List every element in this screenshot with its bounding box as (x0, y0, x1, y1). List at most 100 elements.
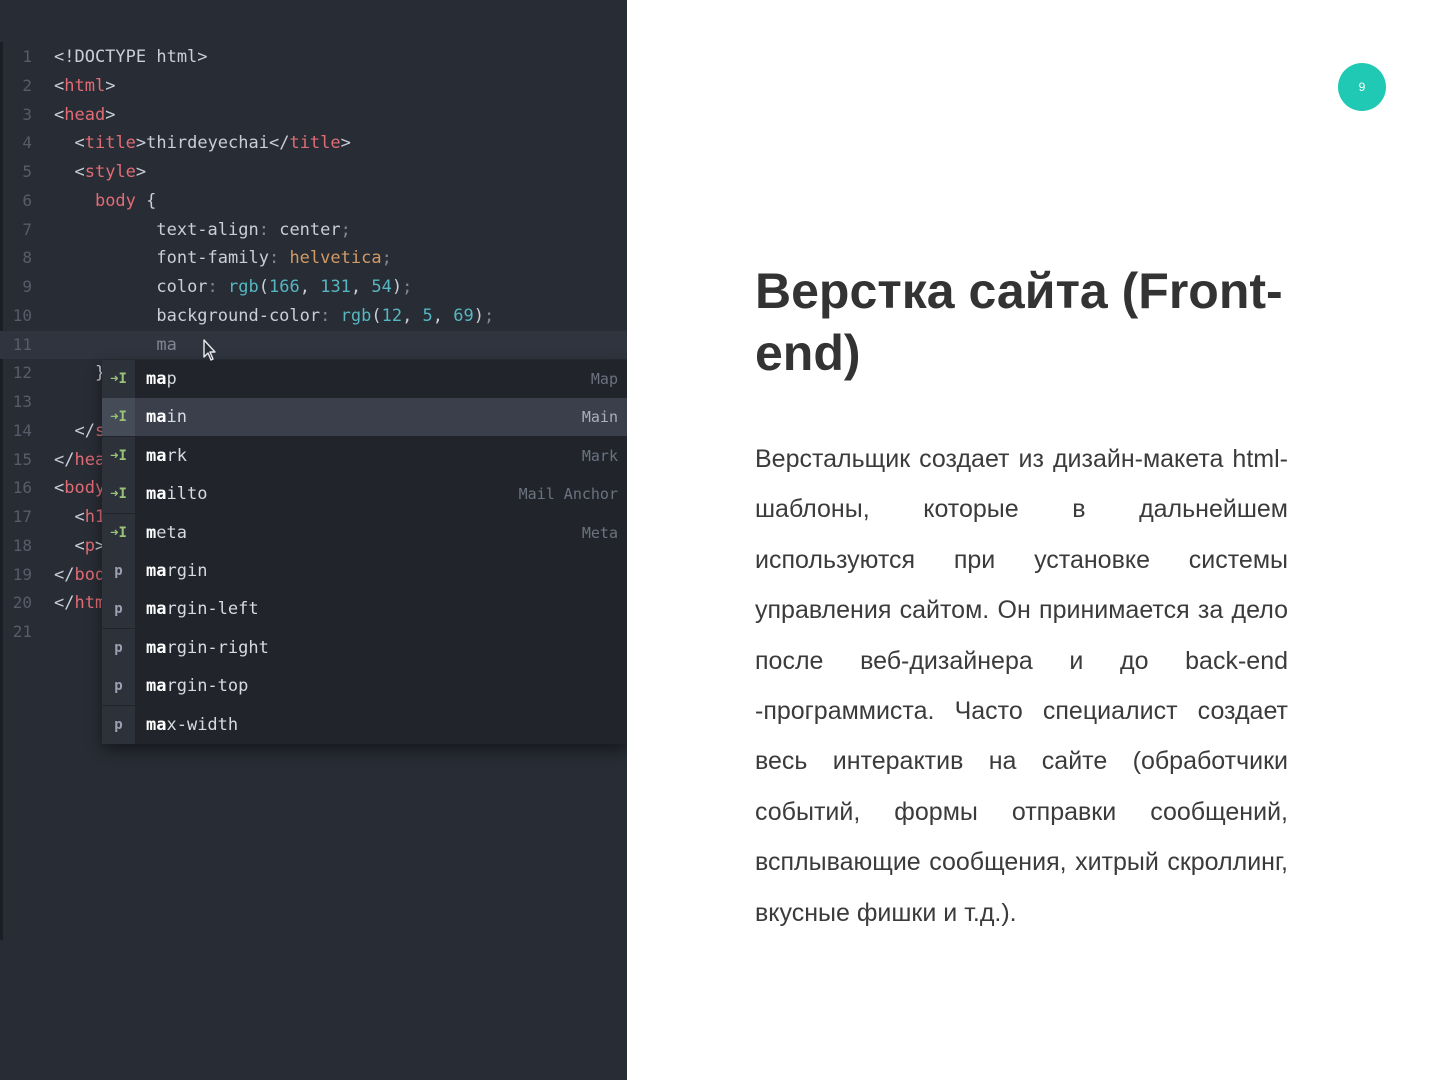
code-token: ) (473, 305, 485, 326)
code-line[interactable]: 6 body { (0, 187, 627, 215)
autocomplete-item-description: Meta (581, 523, 618, 542)
code-line[interactable]: 3 <head> (0, 101, 627, 129)
code-text: </hea (54, 446, 105, 474)
code-token: center (279, 219, 341, 240)
snippet-icon: ➜I (102, 475, 135, 514)
code-token: 54 (371, 277, 392, 297)
line-number: 10 (12, 305, 32, 325)
snippet-icon: ➜I (102, 513, 135, 552)
code-text: </htm (54, 589, 105, 617)
code-text: <head> (54, 101, 115, 129)
code-line[interactable]: 5 <style> (0, 158, 627, 186)
autocomplete-item-label: mailto (146, 475, 207, 513)
autocomplete-item[interactable]: ➜I mark Mark (102, 436, 627, 475)
code-token: > (105, 104, 116, 125)
code-token: > (135, 162, 147, 182)
line-number: 6 (22, 190, 32, 210)
autocomplete-item[interactable]: p margin-top (102, 667, 627, 706)
line-number: 2 (22, 75, 32, 95)
autocomplete-rest-text: ilto (166, 484, 208, 505)
code-token: , (299, 277, 321, 297)
code-line[interactable]: 8 font-family: helvetica; (0, 244, 627, 272)
autocomplete-rest-text: rgin (166, 561, 208, 581)
line-number: 8 (22, 248, 32, 268)
slide-body-text: Верстальщик создает из дизайн-макета htm… (755, 445, 1288, 927)
code-text: text-align: center; (54, 216, 351, 244)
code-token: style (84, 162, 136, 182)
snippet-icon: ➜I (102, 436, 135, 475)
autocomplete-item-label: margin-right (146, 629, 269, 667)
line-number: 1 (22, 47, 32, 66)
code-token: { (135, 190, 157, 211)
code-text: color: rgb(166, 131, 54); (54, 273, 412, 301)
autocomplete-item[interactable]: ➜I meta Meta (102, 513, 627, 552)
line-number: 14 (12, 420, 32, 440)
code-token: title (84, 133, 136, 154)
autocomplete-item-label: meta (146, 514, 187, 552)
property-icon: p (102, 552, 135, 590)
code-token: color (156, 277, 208, 297)
code-token: , (402, 305, 423, 326)
code-line[interactable]: 7 text-align: center; (0, 216, 627, 244)
code-token: > (105, 75, 116, 96)
autocomplete-rest-text: rgin-right (166, 637, 269, 658)
line-number: 19 (12, 564, 32, 584)
autocomplete-item-description: Map (590, 370, 618, 388)
line-number: 18 (12, 535, 32, 555)
code-line[interactable]: 1 <!DOCTYPE html> (0, 43, 627, 71)
code-token: ma (156, 334, 177, 355)
autocomplete-rest-text: rk (166, 445, 187, 466)
line-number: 4 (22, 133, 32, 153)
code-editor[interactable]: 1 <!DOCTYPE html> 2 <html> 3 <head> 4 <title>t… (0, 0, 627, 1080)
line-number: 17 (12, 507, 32, 526)
autocomplete-item[interactable]: ➜I map Map (102, 360, 627, 398)
line-number: 7 (22, 219, 32, 239)
code-token: ; (484, 305, 495, 326)
code-token: : (258, 219, 280, 240)
code-token: < (74, 507, 85, 527)
property-icon: p (102, 628, 135, 667)
line-number: 15 (12, 449, 32, 469)
autocomplete-item[interactable]: p margin (102, 552, 627, 590)
line-number: 9 (22, 277, 32, 296)
code-token: </ (74, 420, 95, 441)
code-line[interactable]: 10 background-color: rgb(12, 5, 69); (0, 302, 627, 330)
code-line[interactable]: 9 color: rgb(166, 131, 54); (0, 273, 627, 301)
code-token: head (64, 104, 106, 125)
snippet-icon: ➜I (102, 360, 135, 398)
code-token: text-align (156, 219, 259, 240)
autocomplete-item-label: map (146, 360, 177, 398)
code-token: </ (54, 449, 75, 470)
code-token: ) (391, 277, 403, 297)
code-token: helvetica (289, 248, 382, 269)
code-token: 69 (453, 305, 474, 326)
autocomplete-item[interactable]: p max-width (102, 705, 627, 744)
property-icon: p (102, 667, 135, 706)
code-token: : (268, 248, 290, 269)
code-token: < (74, 133, 85, 154)
autocomplete-popup[interactable]: ➜I map Map ➜I main Main ➜I mark Mark ➜I mailto Mail… (102, 360, 627, 744)
code-token: >thirdeyechai</ (135, 133, 290, 154)
code-line[interactable]: 11 ma (0, 330, 627, 359)
code-text: <title>thirdeyechai</title> (54, 129, 350, 157)
code-token: html (64, 75, 106, 96)
slide-title: Верстка сайта (Front-end) (755, 263, 1283, 381)
code-line[interactable]: 4 <title>thirdeyechai</title> (0, 129, 627, 157)
code-token: p (84, 535, 95, 556)
line-number: 13 (12, 392, 32, 411)
autocomplete-item[interactable]: p margin-left (102, 590, 627, 629)
autocomplete-item[interactable]: ➜I mailto Mail Anchor (102, 475, 627, 514)
autocomplete-item[interactable]: p margin-right (102, 628, 627, 667)
line-number: 12 (12, 363, 32, 383)
autocomplete-rest-text: eta (156, 522, 187, 543)
code-token: , (432, 305, 454, 326)
code-line[interactable]: 2 <html> (0, 72, 627, 100)
autocomplete-item-label: mark (146, 437, 187, 475)
autocomplete-item[interactable]: ➜I main Main (102, 398, 627, 437)
